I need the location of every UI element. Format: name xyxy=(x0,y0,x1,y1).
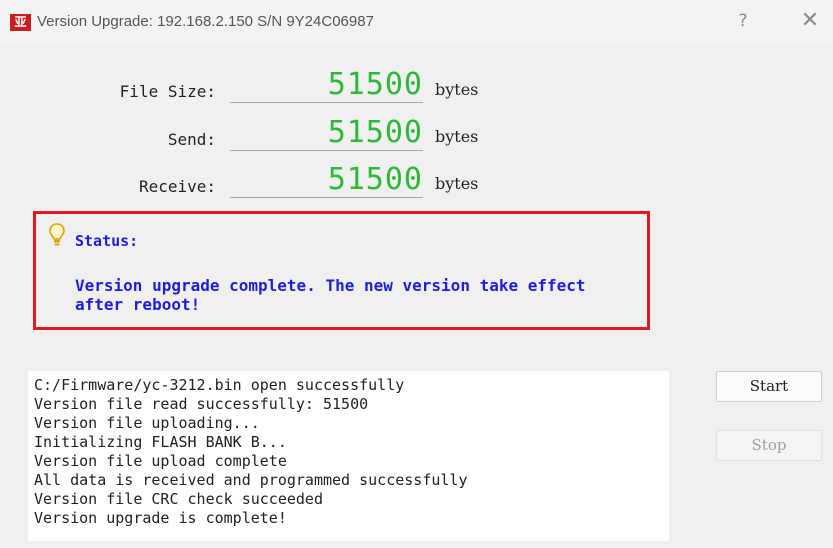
log-line: Version file upload complete xyxy=(34,452,287,470)
file-size-value: 51500 xyxy=(230,68,423,103)
log-line: Initializing FLASH BANK B... xyxy=(34,433,287,451)
send-unit: bytes xyxy=(435,127,479,146)
log-line: Version file CRC check succeeded xyxy=(34,490,323,508)
log-line: C:/Firmware/yc-3212.bin open successfull… xyxy=(34,376,405,394)
log-line: Version file uploading... xyxy=(34,414,260,432)
lightbulb-icon xyxy=(49,223,65,246)
send-label: Send: xyxy=(167,130,216,149)
app-icon: 亚 xyxy=(10,14,31,31)
window-title: Version Upgrade: 192.168.2.150 S/N 9Y24C… xyxy=(37,13,374,30)
log-line: Version file read successfully: 51500 xyxy=(34,395,369,413)
file-size-label: File Size: xyxy=(119,82,216,101)
receive-unit: bytes xyxy=(435,174,479,193)
log-output[interactable]: C:/Firmware/yc-3212.bin open successfull… xyxy=(28,371,669,541)
log-line: All data is received and programmed succ… xyxy=(34,471,468,489)
stop-button[interactable]: Stop xyxy=(716,430,822,461)
status-message: Version upgrade complete. The new versio… xyxy=(75,276,586,314)
receive-value: 51500 xyxy=(230,163,423,198)
log-line: Version upgrade is complete! xyxy=(34,509,287,527)
title-bar: 亚 Version Upgrade: 192.168.2.150 S/N 9Y2… xyxy=(0,0,833,46)
status-title: Status: xyxy=(75,232,139,250)
file-size-unit: bytes xyxy=(435,80,479,99)
close-button[interactable]: ✕ xyxy=(798,9,822,33)
receive-label: Receive: xyxy=(138,177,216,196)
help-button[interactable]: ? xyxy=(731,9,755,33)
start-button[interactable]: Start xyxy=(716,371,822,402)
send-value: 51500 xyxy=(230,116,423,151)
